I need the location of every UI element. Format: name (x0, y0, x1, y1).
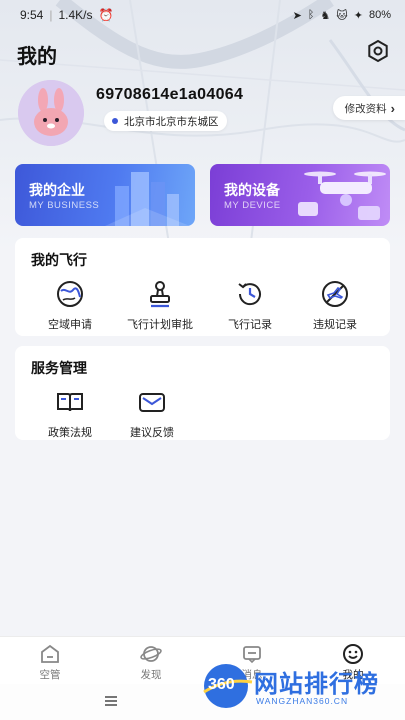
edit-profile-button[interactable]: 修改资料 › (332, 96, 405, 120)
my-flight-title: 我的飞行 (31, 252, 87, 268)
status-speed: 1.4K/s (58, 8, 93, 22)
flight-plan-approval-label: 飞行计划审批 (127, 319, 193, 331)
history-icon (238, 283, 261, 306)
feedback-button[interactable]: 建议反馈 (107, 386, 197, 440)
violation-record-label: 违规记录 (313, 319, 357, 331)
location-text: 北京市北京市东城区 (124, 115, 219, 128)
buildings-illustration-icon (105, 172, 190, 226)
feedback-label: 建议反馈 (130, 427, 174, 439)
page-title: 我的 (17, 46, 57, 68)
my-device-subtitle: MY DEVICE (224, 200, 281, 211)
status-time: 9:54 (20, 8, 44, 22)
location-tag: 北京市北京市东城区 (104, 111, 227, 131)
status-battery: 80% (368, 9, 391, 21)
gear-icon (368, 39, 388, 63)
flight-record-button[interactable]: 飞行记录 (205, 278, 295, 332)
bunny-avatar-icon (18, 80, 84, 146)
status-bar: 9:54 | 1.4K/s ⏰ ➤ ᛒ ♞ 🐱 ✦ 80% (20, 8, 391, 22)
stamp-icon (150, 281, 170, 308)
my-business-subtitle: MY BUSINESS (29, 200, 100, 211)
location-arrow-icon: ➤ (292, 9, 302, 22)
nav-discover-label: 发现 (140, 669, 162, 681)
mail-icon (139, 393, 165, 412)
alarm-icon: ⏰ (98, 8, 114, 22)
service-management-title: 服务管理 (31, 360, 87, 376)
location-dot-icon (112, 118, 118, 124)
home-icon (41, 644, 59, 663)
user-id: 69708614e1a04064 (96, 86, 244, 103)
nav-air-traffic-label: 空管 (39, 669, 61, 681)
airspace-application-label: 空域申请 (48, 319, 92, 331)
nav-discover[interactable]: 发现 (121, 643, 181, 682)
globe-route-icon (57, 281, 83, 307)
my-device-title: 我的设备 (224, 182, 280, 198)
violation-record-button[interactable]: 违规记录 (290, 278, 380, 332)
settings-button[interactable] (365, 38, 391, 64)
policy-regulations-label: 政策法规 (48, 427, 92, 439)
bluetooth-icon: ᛒ (307, 9, 315, 21)
notification-icon: ✦ (353, 9, 363, 22)
airspace-application-button[interactable]: 空域申请 (25, 278, 115, 332)
watermark-text: 网站排行榜 (254, 671, 379, 698)
menu-icon[interactable] (104, 694, 118, 712)
drone-illustration-icon (298, 171, 386, 220)
no-fly-icon (322, 281, 348, 307)
avatar[interactable] (18, 80, 84, 146)
my-flight-card: 我的飞行 空域申请 飞行计划审批 飞行记录 违规记录 (15, 238, 390, 336)
planet-icon (140, 646, 162, 662)
flight-plan-approval-button[interactable]: 飞行计划审批 (115, 278, 205, 332)
service-management-card: 服务管理 政策法规 建议反馈 (15, 346, 390, 440)
watermark: 360 网站排行榜 WANGZHAN360.CN (200, 654, 405, 718)
my-business-banner[interactable]: 我的企业 MY BUSINESS (15, 164, 195, 226)
cat-icon: 🐱 (336, 9, 348, 22)
app-notification-icon: ♞ (320, 9, 331, 22)
watermark-badge: 360 (208, 676, 235, 693)
my-device-banner[interactable]: 我的设备 MY DEVICE (210, 164, 390, 226)
edit-profile-label: 修改资料 (344, 102, 387, 115)
book-icon (57, 393, 83, 412)
flight-record-label: 飞行记录 (228, 319, 272, 331)
nav-air-traffic[interactable]: 空管 (20, 643, 80, 682)
policy-regulations-button[interactable]: 政策法规 (25, 386, 115, 440)
watermark-sub: WANGZHAN360.CN (256, 696, 349, 706)
my-business-title: 我的企业 (29, 182, 85, 198)
chevron-right-icon: › (390, 100, 395, 116)
